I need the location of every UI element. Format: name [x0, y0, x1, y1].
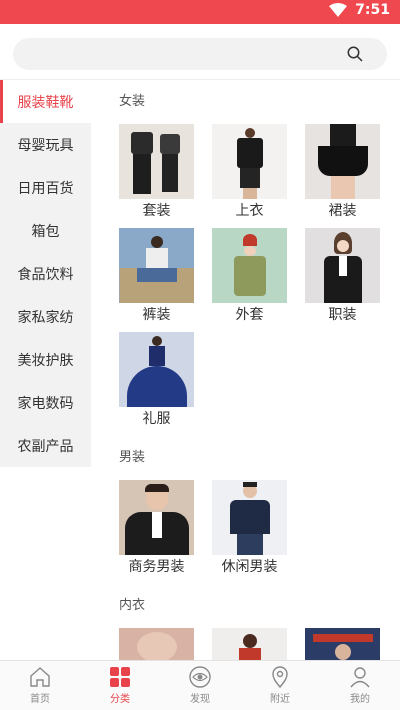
product-image: [212, 628, 287, 660]
sidebar-item-label: 食品饮料: [17, 266, 74, 283]
sidebar-item-label: 服装鞋靴: [17, 94, 74, 111]
category-tile[interactable]: [203, 628, 296, 660]
search-area: [0, 24, 400, 80]
product-image: [119, 228, 194, 303]
sidebar-item-baby-toys[interactable]: 母婴玩具: [0, 123, 91, 166]
nav-item-profile[interactable]: 我的: [320, 661, 400, 710]
product-image: [119, 480, 194, 555]
sidebar-item-label: 母婴玩具: [17, 137, 74, 154]
nav-label: 首页: [30, 694, 50, 705]
category-tile-business-men[interactable]: 商务男装: [110, 480, 203, 584]
product-image: [212, 480, 287, 555]
category-tile-label: 商务男装: [128, 559, 185, 575]
sidebar-item-beauty[interactable]: 美妆护肤: [0, 338, 91, 381]
sidebar-item-food-drinks[interactable]: 食品饮料: [0, 252, 91, 295]
user-icon: [350, 667, 370, 688]
sidebar-item-farm-products[interactable]: 农副产品: [0, 424, 91, 467]
category-tile-tops[interactable]: 上衣: [203, 124, 296, 228]
category-tile-pants[interactable]: 裤装: [110, 228, 203, 332]
sidebar-item-label: 家私家纺: [17, 309, 74, 326]
sidebar-item-label: 日用百货: [17, 180, 74, 197]
search-icon[interactable]: [347, 46, 363, 62]
category-tile-skirts[interactable]: 裙装: [296, 124, 389, 228]
product-image: [305, 124, 380, 199]
category-tile-label: 外套: [235, 307, 264, 323]
sidebar-item-daily-goods[interactable]: 日用百货: [0, 166, 91, 209]
nav-label: 附近: [270, 694, 290, 705]
men-grid: 商务男装 休闲男装: [91, 480, 400, 584]
product-image: [212, 228, 287, 303]
category-sidebar: 服装鞋靴 母婴玩具 日用百货 箱包 食品饮料 家私家纺 美妆护肤 家电数码 农副…: [0, 80, 92, 467]
sidebar-item-clothing-shoes[interactable]: 服装鞋靴: [0, 80, 92, 123]
product-image: [305, 228, 380, 303]
category-tile-coats[interactable]: 外套: [203, 228, 296, 332]
product-image: [119, 332, 194, 407]
product-image: [119, 124, 194, 199]
category-tile-label: 休闲男装: [221, 559, 278, 575]
product-image: [305, 628, 380, 660]
category-tile-workwear[interactable]: 职装: [296, 228, 389, 332]
sidebar-item-label: 家电数码: [17, 395, 74, 412]
section-title-men: 男装: [119, 450, 146, 465]
category-content: 女装 套装 上衣 裙装 裤装 外套 职装 礼服 男装 商务男装 休闲男装 内衣: [91, 80, 400, 660]
underwear-grid: [91, 628, 400, 660]
category-tile-label: 裤装: [142, 307, 171, 323]
status-bar: 7:51: [0, 0, 400, 24]
category-tile-gowns[interactable]: 礼服: [110, 332, 203, 436]
nav-label: 发现: [190, 694, 210, 705]
location-icon: [272, 666, 288, 688]
section-title-underwear: 内衣: [119, 598, 146, 613]
sidebar-item-electronics[interactable]: 家电数码: [0, 381, 91, 424]
search-bar[interactable]: [13, 38, 387, 70]
section-title-women: 女装: [119, 94, 146, 109]
category-tile[interactable]: [296, 628, 389, 660]
nav-item-home[interactable]: 首页: [0, 661, 80, 710]
category-tile-suits[interactable]: 套装: [110, 124, 203, 228]
category-tile[interactable]: [110, 628, 203, 660]
category-tile-label: 上衣: [235, 203, 264, 219]
search-input[interactable]: [13, 38, 387, 70]
sidebar-item-label: 美妆护肤: [17, 352, 74, 369]
bottom-nav: 首页 分类 发现 附近 我的: [0, 660, 400, 710]
sidebar-item-bags[interactable]: 箱包: [0, 209, 91, 252]
wifi-icon: [329, 3, 348, 17]
nav-item-discover[interactable]: 发现: [160, 661, 240, 710]
nav-label: 分类: [110, 694, 130, 705]
sidebar-item-home-textiles[interactable]: 家私家纺: [0, 295, 91, 338]
nav-item-nearby[interactable]: 附近: [240, 661, 320, 710]
women-grid: 套装 上衣 裙装 裤装 外套 职装 礼服: [91, 124, 400, 436]
nav-item-category[interactable]: 分类: [80, 661, 160, 710]
category-icon: [110, 667, 130, 687]
home-icon: [30, 667, 50, 687]
sidebar-item-label: 箱包: [31, 223, 60, 240]
category-tile-label: 裙装: [328, 203, 357, 219]
category-tile-casual-men[interactable]: 休闲男装: [203, 480, 296, 584]
category-tile-label: 礼服: [142, 411, 171, 427]
status-time: 7:51: [355, 2, 390, 18]
product-image: [119, 628, 194, 660]
product-image: [212, 124, 287, 199]
sidebar-item-label: 农副产品: [17, 438, 74, 455]
category-tile-label: 套装: [142, 203, 171, 219]
category-tile-label: 职装: [328, 307, 357, 323]
nav-label: 我的: [350, 694, 370, 705]
eye-icon: [189, 666, 211, 688]
